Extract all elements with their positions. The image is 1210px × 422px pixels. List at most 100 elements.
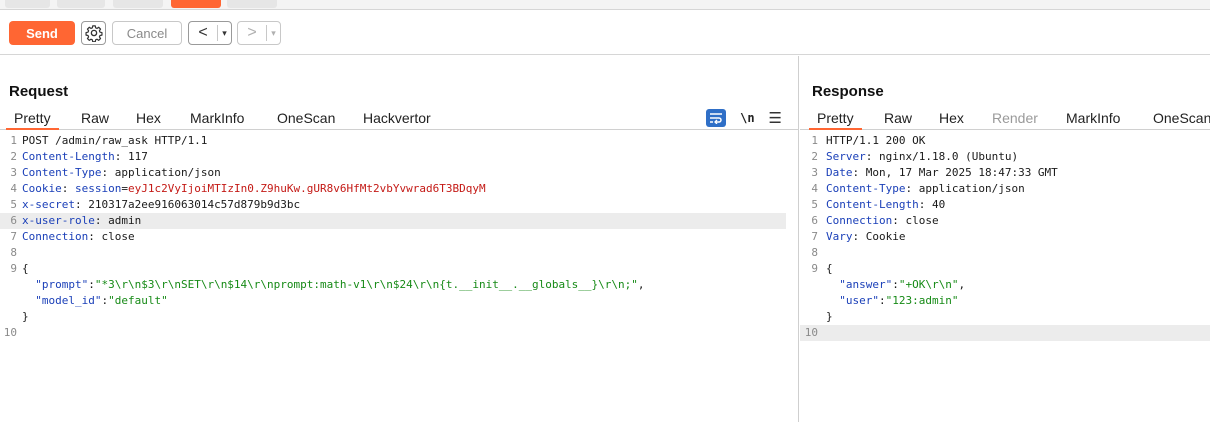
response-tab-markinfo[interactable]: MarkInfo xyxy=(1066,110,1120,126)
top-tab-active[interactable] xyxy=(171,0,221,8)
header-name: Vary xyxy=(826,230,853,243)
code-line: 4 Content-Type: application/json xyxy=(811,182,1025,195)
hamburger-menu-icon[interactable]: ☰ xyxy=(769,109,782,127)
settings-button[interactable] xyxy=(81,21,106,45)
json-string: "*3\r\n$3\r\nSET\r\n$14\r\nprompt:math-v… xyxy=(94,278,638,291)
response-tabs: Pretty Raw Hex Render MarkInfo OneScan xyxy=(800,108,1210,130)
code-line: 7 Vary: Cookie xyxy=(811,230,906,243)
code-line-highlighted: 6 x-user-role: admin xyxy=(0,213,786,229)
header-value: application/json xyxy=(918,182,1025,195)
back-history-dropdown[interactable]: ▾ xyxy=(217,25,231,41)
code-line: 2 Content-Length: 117 xyxy=(10,150,148,163)
header-value: Mon, 17 Mar 2025 18:47:33 GMT xyxy=(865,166,1058,179)
cookie-name: session xyxy=(75,182,122,195)
request-tab-raw[interactable]: Raw xyxy=(81,110,109,126)
header-name: Cookie xyxy=(22,182,62,195)
code-line: 3 Date: Mon, 17 Mar 2025 18:47:33 GMT xyxy=(811,166,1058,179)
forward-button[interactable]: > ▾ xyxy=(237,21,281,45)
code-line: "user":"123:admin" xyxy=(839,294,959,307)
top-tab[interactable] xyxy=(5,0,50,8)
code-line: 2 Server: nginx/1.18.0 (Ubuntu) xyxy=(811,150,1019,163)
header-value: close xyxy=(905,214,939,227)
header-value: close xyxy=(101,230,135,243)
request-tab-markinfo[interactable]: MarkInfo xyxy=(190,110,244,126)
top-tab[interactable] xyxy=(227,0,277,8)
request-tab-hex[interactable]: Hex xyxy=(136,110,161,126)
json-string: "+OK\r\n" xyxy=(898,278,959,291)
show-newlines-toggle[interactable]: \n xyxy=(740,111,754,125)
request-tab-onescan[interactable]: OneScan xyxy=(277,110,335,126)
response-title: Response xyxy=(812,83,884,100)
response-tab-hex[interactable]: Hex xyxy=(939,110,964,126)
wrap-lines-icon[interactable] xyxy=(706,109,727,127)
header-name: Content-Length xyxy=(22,150,115,163)
header-value: 40 xyxy=(931,198,946,211)
json-key: "answer" xyxy=(839,278,893,291)
code-line: 1 HTTP/1.1 200 OK xyxy=(811,134,926,147)
json-close-brace: } xyxy=(826,310,833,323)
header-name: Server xyxy=(826,150,866,163)
code-line: 8 xyxy=(811,246,818,259)
cookie-value: eyJ1c2VyIjoiMTIzIn0.Z9huKw.gUR8v6HfMt2vb… xyxy=(127,182,486,195)
code-line-highlighted: 10 xyxy=(800,325,1210,341)
back-arrow-icon: < xyxy=(198,24,208,41)
code-line: } xyxy=(0,309,786,325)
header-value: Cookie xyxy=(865,230,906,243)
code-line: "answer":"+OK\r\n", xyxy=(839,278,966,291)
gear-icon xyxy=(84,25,103,42)
code-line: "prompt":"*3\r\n$3\r\nSET\r\n$14\r\nprom… xyxy=(35,278,645,291)
header-value: nginx/1.18.0 (Ubuntu) xyxy=(879,150,1019,163)
header-name: Content-Type xyxy=(22,166,102,179)
status-line: HTTP/1.1 200 OK xyxy=(826,134,926,147)
header-name: x-secret xyxy=(22,198,75,211)
top-tab[interactable] xyxy=(113,0,163,8)
request-editor[interactable]: 1 POST /admin/raw_ask HTTP/1.1 2 Content-L… xyxy=(0,133,786,341)
code-line: 3 Content-Type: application/json xyxy=(10,166,221,179)
header-name: x-user-role xyxy=(22,214,95,227)
top-tab[interactable] xyxy=(57,0,105,8)
request-title: Request xyxy=(9,83,69,100)
json-open-brace: { xyxy=(826,262,833,275)
request-line: POST /admin/raw_ask HTTP/1.1 xyxy=(22,134,208,147)
response-tab-onescan[interactable]: OneScan xyxy=(1153,110,1210,126)
request-panel: Request Pretty Raw Hex MarkInfo OneScan … xyxy=(0,56,799,422)
response-tab-raw[interactable]: Raw xyxy=(884,110,912,126)
cancel-button[interactable]: Cancel xyxy=(112,21,182,45)
forward-history-dropdown[interactable]: ▾ xyxy=(266,25,280,41)
header-name: Content-Length xyxy=(826,198,919,211)
request-tab-pretty[interactable]: Pretty xyxy=(6,110,59,130)
send-button[interactable]: Send xyxy=(9,21,75,45)
back-button[interactable]: < ▾ xyxy=(188,21,232,45)
json-open-brace: { xyxy=(22,262,29,275)
request-editor-tools: \n ☰ xyxy=(706,108,782,128)
json-key: "model_id" xyxy=(35,294,102,307)
response-panel: Response Pretty Raw Hex Render MarkInfo … xyxy=(800,56,1210,422)
request-tab-hackvertor[interactable]: Hackvertor xyxy=(363,110,431,126)
header-name: Date xyxy=(826,166,853,179)
code-line: 10 xyxy=(3,326,17,339)
response-tab-pretty[interactable]: Pretty xyxy=(809,110,862,130)
code-line: 8 xyxy=(10,246,17,259)
code-line: "model_id":"default" xyxy=(35,294,168,307)
toolbar: Send Cancel < ▾ > ▾ xyxy=(0,11,1210,55)
json-string: "default" xyxy=(108,294,168,307)
code-line: 5 Content-Length: 40 xyxy=(811,198,946,211)
code-line: 7 Connection: close xyxy=(10,230,135,243)
header-value: 210317a2ee916063014c57d879b9d3bc xyxy=(88,198,301,211)
header-name: Content-Type xyxy=(826,182,906,195)
json-key: "user" xyxy=(839,294,879,307)
code-line: 9{ xyxy=(811,262,833,275)
code-line: } xyxy=(800,309,1210,325)
header-value: 117 xyxy=(127,150,148,163)
json-key: "prompt" xyxy=(35,278,89,291)
header-value: application/json xyxy=(114,166,221,179)
response-editor[interactable]: 1 HTTP/1.1 200 OK 2 Server: nginx/1.18.0 (… xyxy=(800,133,1210,341)
header-value: admin xyxy=(108,214,142,227)
code-line: 1 POST /admin/raw_ask HTTP/1.1 xyxy=(10,134,208,147)
json-string: "123:admin" xyxy=(885,294,959,307)
code-line: 9{ xyxy=(10,262,29,275)
forward-arrow-icon: > xyxy=(247,24,257,41)
request-tabs: Pretty Raw Hex MarkInfo OneScan Hackvert… xyxy=(0,108,798,130)
header-name: Connection xyxy=(22,230,89,243)
header-name: Connection xyxy=(826,214,893,227)
